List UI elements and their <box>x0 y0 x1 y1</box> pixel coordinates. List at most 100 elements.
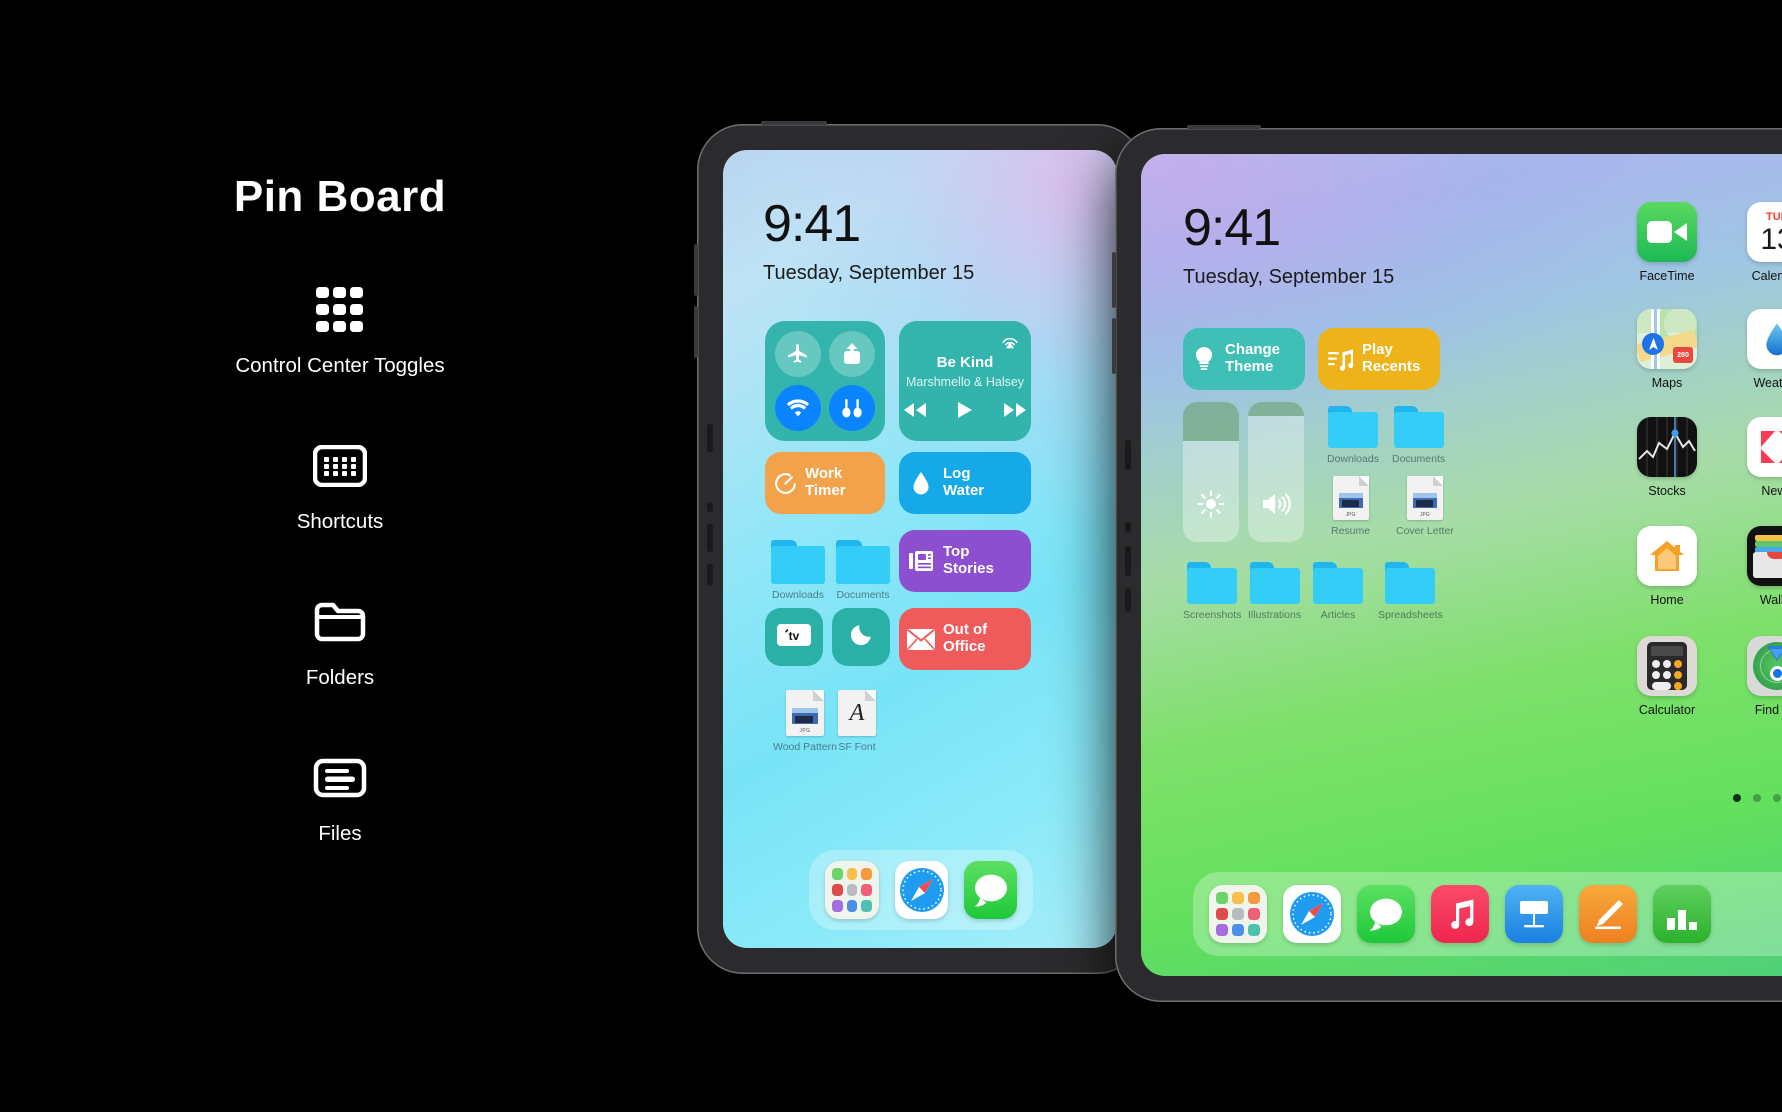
shortcut-out-of-office[interactable]: Out of Office <box>899 608 1031 670</box>
page-dot[interactable] <box>1733 794 1741 802</box>
shortcut-play-recents[interactable]: Play Recents <box>1318 328 1440 390</box>
app-weather[interactable]: Weather <box>1741 309 1782 390</box>
folder-documents[interactable]: Documents <box>1392 406 1445 465</box>
ipad-right-dock <box>1193 872 1782 956</box>
app-stocks[interactable]: Stocks <box>1631 417 1703 498</box>
file-label: Wood Pattern <box>773 741 838 753</box>
app-label: Stocks <box>1648 484 1686 498</box>
brightness-slider[interactable] <box>1183 402 1239 542</box>
folder-label: Downloads <box>772 589 824 601</box>
wifi-icon[interactable] <box>775 385 821 431</box>
calendar-day: 13 <box>1760 223 1782 256</box>
power-button[interactable] <box>761 121 827 125</box>
messages-icon[interactable] <box>964 861 1017 919</box>
calculator-icon <box>1637 636 1697 696</box>
volume-down-button[interactable] <box>694 306 698 358</box>
folder-label: Spreadsheets <box>1378 609 1443 621</box>
file-label: Resume <box>1331 525 1371 537</box>
page-indicator[interactable] <box>1733 794 1781 802</box>
music-icon[interactable] <box>1431 885 1489 943</box>
folder-articles[interactable]: Articles <box>1313 562 1363 621</box>
folder-spreadsheets[interactable]: Spreadsheets <box>1378 562 1443 621</box>
news-icon <box>899 549 943 573</box>
tile-do-not-disturb[interactable] <box>832 608 890 666</box>
file-wood-pattern[interactable]: JPG Wood Pattern <box>773 690 837 753</box>
app-library-icon[interactable] <box>1209 885 1267 943</box>
shortcut-label: Top Stories <box>943 543 994 577</box>
file-label: SF Font <box>838 741 876 753</box>
app-news[interactable]: News <box>1741 417 1782 498</box>
app-label: Wallet <box>1759 593 1782 607</box>
calendar-weekday: TUE <box>1766 211 1782 223</box>
folder-documents[interactable]: Documents <box>836 540 890 601</box>
app-home[interactable]: Home <box>1631 526 1703 607</box>
app-wallet[interactable]: Wallet <box>1741 526 1782 607</box>
folder-downloads[interactable]: Downloads <box>1327 406 1379 465</box>
feature-label: Shortcuts <box>296 510 384 533</box>
feature-label: Control Center Toggles <box>235 354 445 377</box>
shortcut-log-water[interactable]: Log Water <box>899 452 1031 514</box>
shortcut-work-timer[interactable]: Work Timer <box>765 452 885 514</box>
now-playing-widget[interactable]: Be Kind Marshmello & Halsey <box>899 321 1031 441</box>
apple-tv-icon: tv <box>777 623 811 651</box>
ipad-left-screen: 9:41 Tuesday, September 15 Be Kind Marsh… <box>723 150 1117 948</box>
app-calendar[interactable]: TUE 13 Calendar <box>1741 202 1782 283</box>
page-dot[interactable] <box>1773 794 1781 802</box>
folder-screenshots[interactable]: Screenshots <box>1183 562 1241 621</box>
moon-icon <box>848 622 874 653</box>
airplay-icon[interactable] <box>999 329 1021 356</box>
folder-label: Screenshots <box>1183 609 1242 621</box>
svg-text:tv: tv <box>789 629 800 643</box>
speaker-grille <box>707 502 713 512</box>
safari-icon[interactable] <box>895 861 949 919</box>
folder-icon <box>1249 562 1300 604</box>
stocks-icon <box>1637 417 1697 477</box>
app-findmy[interactable]: Find My <box>1741 636 1782 717</box>
app-library-icon[interactable] <box>825 861 880 919</box>
speaker-grille <box>1125 522 1131 533</box>
findmy-icon <box>1747 636 1782 696</box>
airplane-icon[interactable] <box>775 331 821 377</box>
page-dot[interactable] <box>1753 794 1761 802</box>
feature-shortcuts: Shortcuts <box>296 440 384 534</box>
app-facetime[interactable]: FaceTime <box>1631 202 1703 283</box>
app-maps[interactable]: 280 Maps <box>1631 309 1703 390</box>
volume-up-button[interactable] <box>694 244 698 296</box>
brightness-icon <box>1183 490 1239 518</box>
numbers-icon[interactable] <box>1653 885 1711 943</box>
folder-icon <box>1393 406 1444 448</box>
app-label: Find My <box>1754 703 1782 717</box>
safari-icon[interactable] <box>1283 885 1341 943</box>
power-button[interactable] <box>1187 125 1261 129</box>
tile-apple-tv[interactable]: tv <box>765 608 823 666</box>
ipad-left-dock <box>809 850 1033 930</box>
grid-apps-icon <box>312 284 368 336</box>
shortcut-change-theme[interactable]: Change Theme <box>1183 328 1305 390</box>
folder-illustrations[interactable]: Illustrations <box>1248 562 1301 621</box>
folder-downloads[interactable]: Downloads <box>771 540 825 601</box>
forward-icon[interactable] <box>1003 402 1027 423</box>
shortcut-top-stories[interactable]: Top Stories <box>899 530 1031 592</box>
app-calculator[interactable]: Calculator <box>1631 636 1703 717</box>
shortcut-label: Log Water <box>943 465 985 499</box>
ipad-right-screen: 9:41 Tuesday, September 15 Change Theme <box>1141 154 1782 976</box>
maps-badge: 280 <box>1677 351 1689 359</box>
clock-time: 9:41 <box>763 195 861 253</box>
file-resume[interactable]: JPG Resume <box>1331 476 1370 537</box>
file-sf-font[interactable]: A SF Font <box>838 690 876 753</box>
messages-icon[interactable] <box>1357 885 1415 943</box>
pages-icon[interactable] <box>1579 885 1637 943</box>
app-label: Maps <box>1651 376 1683 390</box>
keynote-icon[interactable] <box>1505 885 1563 943</box>
airpods-icon[interactable] <box>829 385 875 431</box>
font-file-icon: A <box>838 690 876 736</box>
rewind-icon[interactable] <box>903 402 927 423</box>
lightbulb-icon <box>1183 346 1225 372</box>
file-cover-letter[interactable]: JPG Cover Letter <box>1396 476 1454 537</box>
folder-icon <box>312 596 368 648</box>
folder-icon <box>1327 406 1378 448</box>
speaker-grille <box>1125 588 1131 612</box>
volume-slider[interactable] <box>1248 402 1304 542</box>
play-icon[interactable] <box>957 401 973 424</box>
airdrop-icon[interactable] <box>829 331 875 377</box>
